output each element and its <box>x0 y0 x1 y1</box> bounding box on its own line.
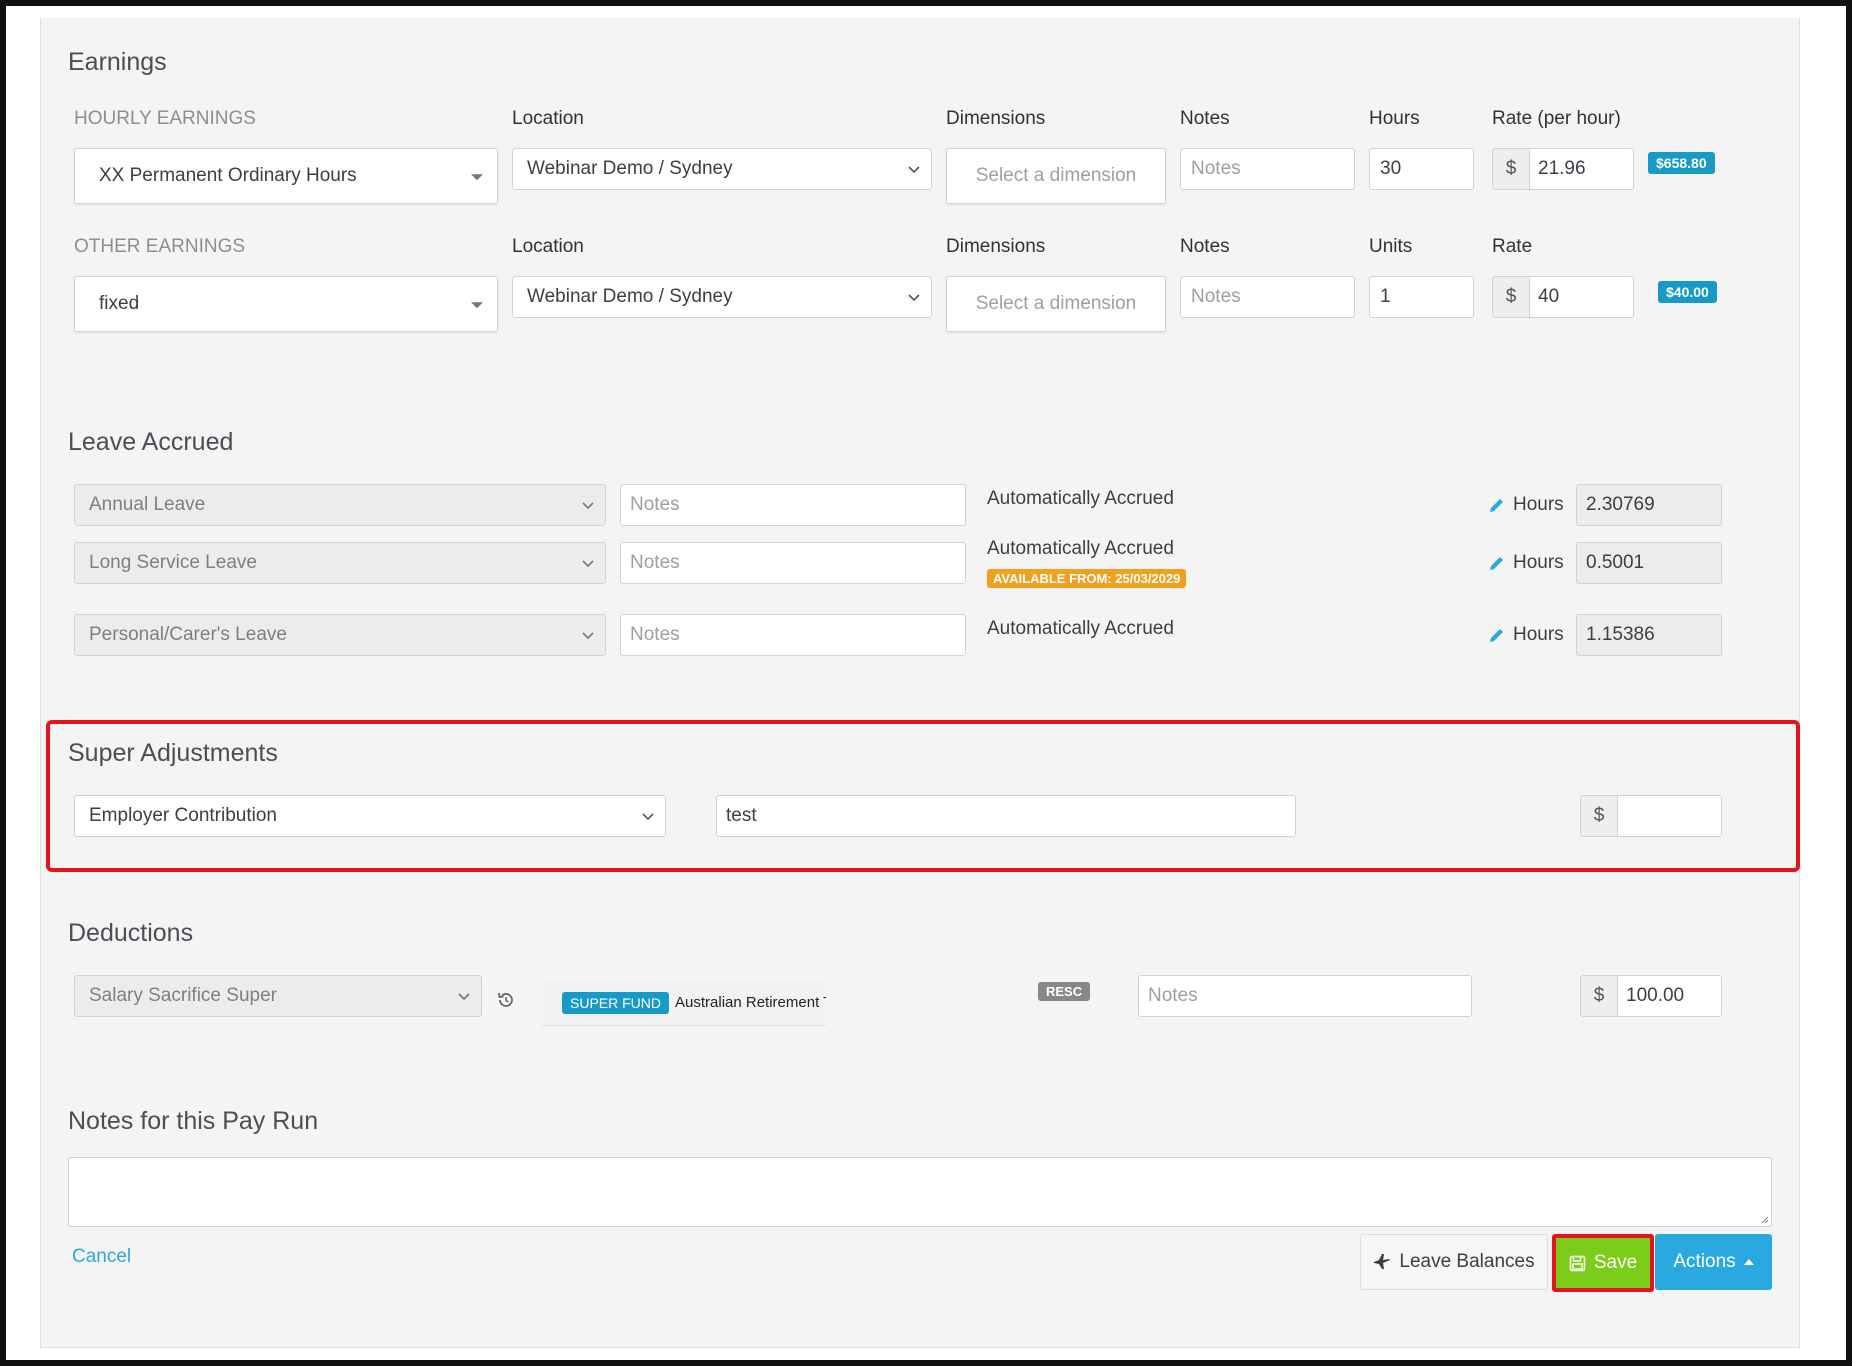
hourly-location-header: Location <box>512 108 584 129</box>
leave-hours-edit[interactable]: Hours <box>1487 552 1564 574</box>
leave-hours-value: 1.15386 <box>1576 614 1722 656</box>
leave-type-select[interactable]: Long Service Leave <box>74 542 606 584</box>
save-label: Save <box>1593 1252 1638 1273</box>
deduction-notes-input[interactable]: Notes <box>1138 975 1472 1017</box>
leave-hours-value: 0.5001 <box>1576 542 1722 584</box>
super-fund-name: Australian Retirement T <box>675 994 826 1011</box>
chevron-down-icon <box>642 813 654 821</box>
hourly-location-value: Webinar Demo / Sydney <box>527 158 733 179</box>
leave-notes-input[interactable]: Notes <box>620 614 966 656</box>
hourly-rate-header: Rate (per hour) <box>1492 108 1621 129</box>
leave-type-value: Long Service Leave <box>89 552 257 573</box>
hourly-location-select[interactable]: Webinar Demo / Sydney <box>512 148 932 190</box>
other-rate-input[interactable]: 40 <box>1530 276 1634 318</box>
deductions-title: Deductions <box>68 919 194 947</box>
chevron-down-icon <box>908 294 920 302</box>
chevron-down-icon <box>582 632 594 640</box>
leave-hours-label: Hours <box>1513 552 1564 573</box>
available-from-badge: AVAILABLE FROM: 25/03/2029 <box>987 569 1187 588</box>
other-units-header: Units <box>1369 236 1413 257</box>
actions-label: Actions <box>1673 1251 1736 1272</box>
leave-hours-label: Hours <box>1513 624 1564 645</box>
other-location-value: Webinar Demo / Sydney <box>527 286 733 307</box>
super-adjustment-type-value: Employer Contribution <box>89 805 277 826</box>
chevron-down-icon <box>582 502 594 510</box>
hourly-earnings-type-value: XX Permanent Ordinary Hours <box>99 165 357 186</box>
hourly-rate-currency: $ <box>1492 148 1530 190</box>
leave-hours-edit[interactable]: Hours <box>1487 624 1564 646</box>
other-total-badge: $40.00 <box>1658 281 1717 303</box>
other-earnings-type-value: fixed <box>99 293 140 314</box>
pencil-icon <box>1490 557 1503 570</box>
leave-hours-label: Hours <box>1513 494 1564 515</box>
hourly-rate-input[interactable]: 21.96 <box>1530 148 1634 190</box>
cancel-link[interactable]: Cancel <box>72 1246 131 1268</box>
super-adjustment-notes-input[interactable]: test <box>716 795 1296 837</box>
leave-type-value: Personal/Carer's Leave <box>89 624 287 645</box>
leave-type-select[interactable]: Annual Leave <box>74 484 606 526</box>
hourly-dimensions-header: Dimensions <box>946 108 1046 129</box>
leave-hours-edit[interactable]: Hours <box>1487 494 1564 516</box>
super-fund-info: SUPER FUND Australian Retirement T ? <box>542 980 826 1026</box>
other-earnings-type-select[interactable]: fixed <box>74 276 498 332</box>
actions-button[interactable]: Actions <box>1655 1234 1772 1290</box>
leave-type-select[interactable]: Personal/Carer's Leave <box>74 614 606 656</box>
leave-balances-button[interactable]: Leave Balances <box>1360 1234 1548 1290</box>
pay-run-panel <box>40 18 1800 1348</box>
other-rate-currency: $ <box>1492 276 1530 318</box>
hourly-total-badge: $658.80 <box>1648 152 1715 174</box>
chevron-down-icon <box>908 166 920 174</box>
other-notes-header: Notes <box>1180 236 1230 257</box>
other-location-header: Location <box>512 236 584 257</box>
super-adjustments-title: Super Adjustments <box>68 739 278 767</box>
hourly-earnings-type-select[interactable]: XX Permanent Ordinary Hours <box>74 148 498 204</box>
deduction-type-select[interactable]: Salary Sacrifice Super <box>74 975 482 1017</box>
leave-hours-value: 2.30769 <box>1576 484 1722 526</box>
chevron-down-icon <box>582 560 594 568</box>
hourly-earnings-label: HOURLY EARNINGS <box>74 108 256 129</box>
other-dimension-select[interactable]: Select a dimension <box>946 276 1166 332</box>
other-location-select[interactable]: Webinar Demo / Sydney <box>512 276 932 318</box>
pencil-icon <box>1490 499 1503 512</box>
pencil-icon <box>1490 629 1503 642</box>
caret-up-icon <box>1743 1259 1754 1265</box>
deduction-currency: $ <box>1580 975 1618 1017</box>
hourly-hours-input[interactable]: 30 <box>1369 148 1474 190</box>
caret-down-icon <box>471 174 483 181</box>
deduction-amount-input[interactable]: 100.00 <box>1618 975 1722 1017</box>
hourly-notes-input[interactable]: Notes <box>1180 148 1355 190</box>
leave-notes-input[interactable]: Notes <box>620 542 966 584</box>
airplane-icon <box>1374 1254 1391 1269</box>
caret-down-icon <box>471 302 483 309</box>
leave-type-value: Annual Leave <box>89 494 206 515</box>
resc-badge: RESC <box>1038 982 1091 1001</box>
earnings-title: Earnings <box>68 48 167 76</box>
other-units-input[interactable]: 1 <box>1369 276 1474 318</box>
leave-balances-label: Leave Balances <box>1399 1251 1535 1272</box>
super-adjustment-type-select[interactable]: Employer Contribution <box>74 795 666 837</box>
pay-run-notes-textarea[interactable] <box>68 1157 1772 1227</box>
hourly-hours-header: Hours <box>1369 108 1420 129</box>
leave-accrued-title: Leave Accrued <box>68 428 234 456</box>
leave-status-text: Automatically Accrued <box>987 488 1174 509</box>
floppy-disk-icon <box>1569 1255 1586 1271</box>
leave-status-text: Automatically Accrued <box>987 538 1174 559</box>
leave-notes-input[interactable]: Notes <box>620 484 966 526</box>
other-earnings-label: OTHER EARNINGS <box>74 236 246 257</box>
hourly-notes-header: Notes <box>1180 108 1230 129</box>
super-adjustment-currency: $ <box>1580 795 1618 837</box>
leave-status-text: Automatically Accrued <box>987 618 1174 639</box>
hourly-dimension-select[interactable]: Select a dimension <box>946 148 1166 204</box>
history-icon[interactable] <box>496 990 516 1010</box>
super-adjustment-amount-input[interactable] <box>1618 795 1722 837</box>
other-rate-header: Rate <box>1492 236 1533 257</box>
save-button[interactable]: Save <box>1552 1234 1654 1292</box>
other-notes-input[interactable]: Notes <box>1180 276 1355 318</box>
resize-handle-icon[interactable] <box>1759 1214 1769 1224</box>
super-fund-tag: SUPER FUND <box>562 991 670 1014</box>
pay-run-notes-title: Notes for this Pay Run <box>68 1107 319 1135</box>
deduction-type-value: Salary Sacrifice Super <box>89 985 277 1006</box>
other-dimensions-header: Dimensions <box>946 236 1046 257</box>
chevron-down-icon <box>458 993 470 1001</box>
